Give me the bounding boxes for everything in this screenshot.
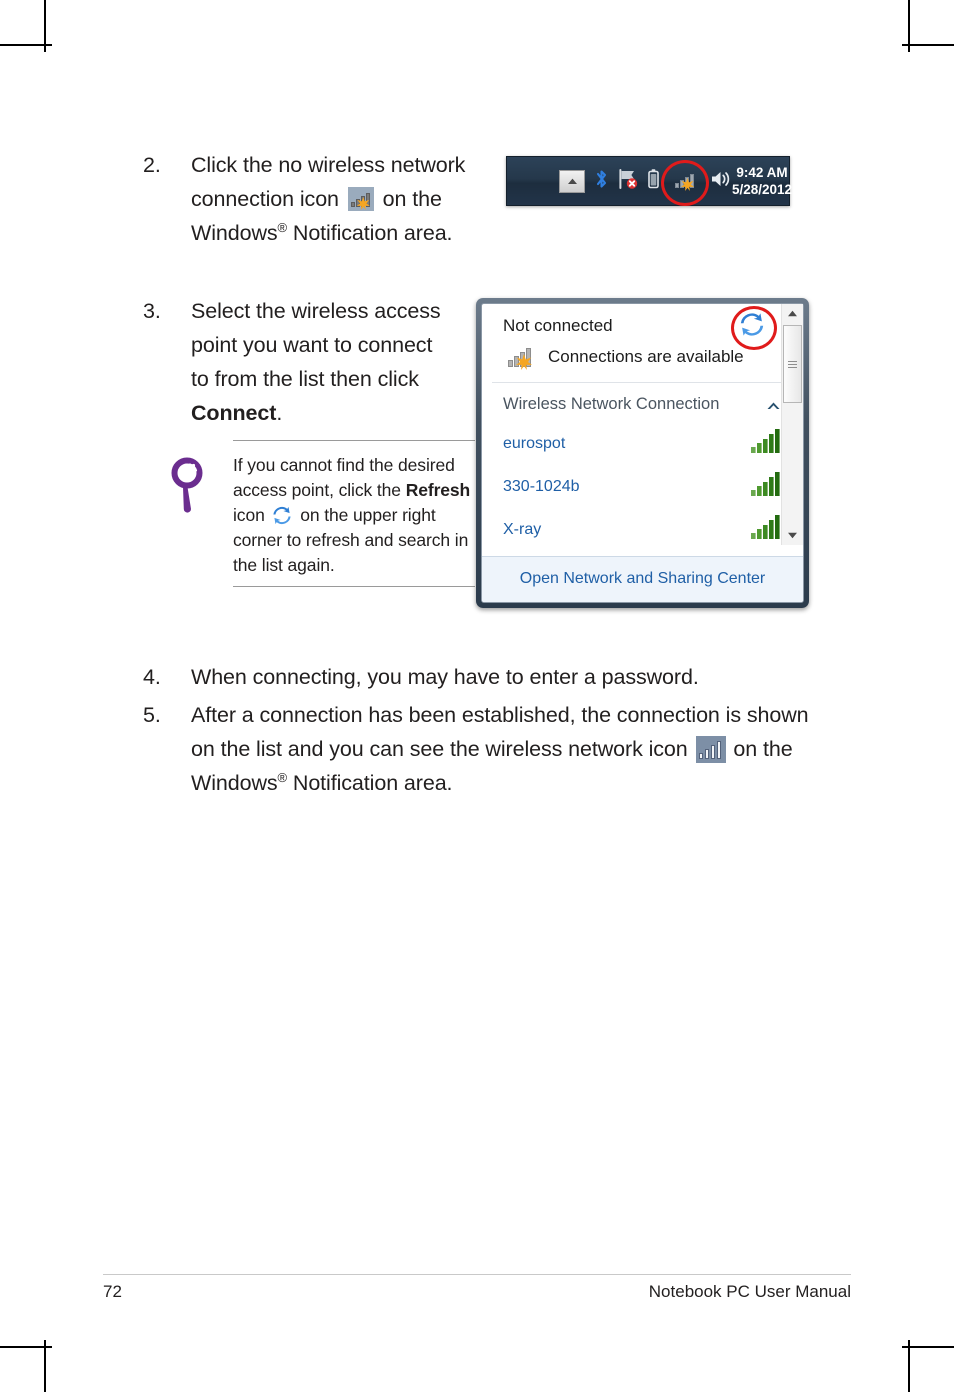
section-title-label: Wireless Network Connection [503,395,720,413]
page-footer: 72 Notebook PC User Manual [103,1282,851,1302]
windows-notification-area: 9:42 AM 5/28/2012 [506,156,792,206]
flyout-header: Not connected Connections are available [482,304,803,382]
show-hidden-icons-chevron[interactable] [559,169,585,193]
step-text: Select the wireless access point you wan… [191,294,453,430]
footer-divider [103,1274,851,1275]
step-item-3: 3. Select the wireless access point you … [143,294,453,430]
open-network-sharing-center-label: Open Network and Sharing Center [519,570,766,587]
registered-mark: ® [277,219,288,235]
crop-mark-bottom-right-vertical [908,1340,910,1392]
tray-clock[interactable]: 9:42 AM 5/28/2012 [732,164,792,198]
refresh-icon[interactable] [731,306,777,350]
network-ssid-label: 330-1024b [503,477,580,495]
scroll-up-arrow-icon[interactable] [787,304,798,323]
tip-bold-refresh: Refresh [405,480,471,500]
step-number: 2. [143,153,161,177]
step-text: After a connection has been established,… [191,698,823,800]
tray-network-icon-wrapper[interactable] [661,160,709,206]
battery-icon[interactable] [647,168,660,195]
step-number: 5. [143,703,161,727]
tray-time: 9:42 AM [736,165,788,180]
no-wireless-connection-icon [506,343,536,370]
no-wireless-connection-icon [347,187,374,211]
step-number: 4. [143,665,161,689]
step-text-part-3: Notification area. [287,221,453,245]
volume-icon[interactable] [710,169,732,194]
signal-bars-icon [751,472,781,501]
step-item-5: 5. After a connection has been establish… [143,698,823,800]
network-list: eurospot 330-1024b X-ray [482,422,803,556]
registered-mark: ® [277,769,288,785]
crop-mark-top-left-vertical [44,0,46,52]
list-item[interactable]: eurospot [482,422,803,465]
network-ssid-label: eurospot [503,434,566,452]
tray-date: 5/28/2012 [732,182,793,197]
step-text-part-3: Notification area. [287,771,453,795]
magnifier-tip-icon [170,453,233,578]
collapse-chevron-up-icon[interactable] [766,397,781,413]
step-item-2: 2. Click the no wireless network connect… [143,148,488,250]
tip-text-part-2: icon [233,505,270,525]
open-network-sharing-center-link[interactable]: Open Network and Sharing Center [482,556,803,602]
step-number: 3. [143,299,161,323]
wireless-network-flyout: Not connected Connections are available [476,298,809,608]
list-item[interactable]: 330-1024b [482,465,803,508]
wireless-network-connection-section[interactable]: Wireless Network Connection [482,383,803,422]
step-text: When connecting, you may have to enter a… [191,665,699,689]
scrollbar-grip [788,359,797,370]
step-text-part-1: Select the wireless access point you wan… [191,299,441,391]
network-ssid-label: X-ray [503,520,542,538]
flyout-scrollbar[interactable] [781,304,803,545]
tip-rule-bottom [233,586,475,587]
flyout-frame: Not connected Connections are available [481,303,804,603]
highlight-ring [731,306,777,350]
footer-manual-title: Notebook PC User Manual [648,1282,851,1301]
crop-mark-bottom-left-vertical [44,1340,46,1392]
crop-mark-top-right-vertical [908,0,910,52]
signal-bars-icon [751,515,781,544]
connections-available-label: Connections are available [548,346,744,366]
no-wireless-connection-icon[interactable] [672,169,698,192]
tray-icon-group [559,160,732,206]
refresh-icon [272,506,292,525]
tip-text: If you cannot find the desired access po… [233,453,475,578]
action-center-flag-icon[interactable] [618,168,638,195]
step-bold-connect: Connect [191,401,277,425]
manual-page: 2. Click the no wireless network connect… [0,0,954,1392]
tip-note: If you cannot find the desired access po… [170,440,475,587]
wireless-network-icon [695,736,726,763]
bluetooth-icon[interactable] [594,168,609,195]
footer-page-number: 72 [103,1282,122,1301]
step-item-4: 4. When connecting, you may have to ente… [143,660,823,694]
step-text-part-2: . [276,401,283,425]
scroll-down-arrow-icon[interactable] [787,526,798,545]
signal-bars-icon [751,429,781,458]
scrollbar-thumb[interactable] [783,325,802,403]
step-text: Click the no wireless network connection… [191,148,488,250]
list-item[interactable]: X-ray [482,508,803,551]
